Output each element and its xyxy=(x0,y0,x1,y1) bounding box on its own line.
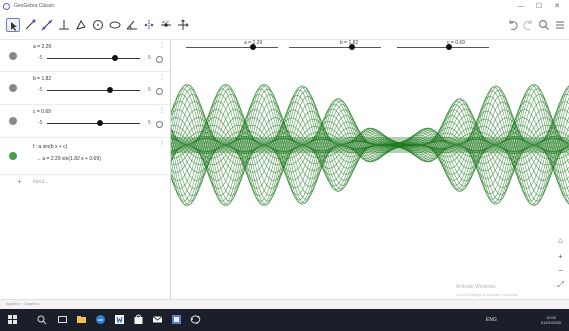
slider-min: -5 xyxy=(38,87,43,93)
task-view-icon[interactable] xyxy=(57,314,68,325)
input-placeholder[interactable]: Input... xyxy=(33,179,48,185)
close-button[interactable]: ✕ xyxy=(550,2,564,11)
plus-icon[interactable]: + xyxy=(17,177,22,186)
polygon-tool-icon[interactable] xyxy=(74,18,88,32)
function-value: → a = 2.29 sin(1.82 x + 0.69) xyxy=(36,156,101,162)
fullscreen-icon[interactable]: ⤢ xyxy=(556,280,565,289)
graphics-slider-a-label: a = 2.29 xyxy=(244,40,263,46)
algebra-row-b[interactable]: b = 1.82 -5 5 ⋮ xyxy=(0,72,170,105)
more-options-icon[interactable]: ⋮ xyxy=(159,107,165,114)
slider-max: 5 xyxy=(148,120,151,126)
slider-min: -5 xyxy=(38,55,43,61)
algebra-row-a[interactable]: a = 2.29 -5 5 ⋮ xyxy=(0,40,170,72)
geogebra-logo-icon xyxy=(3,3,10,10)
title-bar: GeoGebra Classic — ☐ ✕ xyxy=(0,0,569,14)
slider-track[interactable] xyxy=(47,58,140,59)
status-text: Algebra · Graphics xyxy=(6,301,40,306)
windows-start-icon[interactable] xyxy=(7,314,18,325)
slider-min: -5 xyxy=(38,120,43,126)
play-button[interactable] xyxy=(156,88,163,95)
function-definition[interactable]: f : a sin(b x + c) xyxy=(33,144,67,150)
graphics-slider-c-label: c = 0.69 xyxy=(447,40,465,46)
trace-band xyxy=(171,137,569,153)
search-icon[interactable] xyxy=(36,314,47,325)
geogebra-taskbar-icon[interactable] xyxy=(190,314,201,325)
clock-date: 01/01/2020 xyxy=(541,320,562,325)
activate-windows-watermark: Activate Windows xyxy=(456,284,496,290)
algebra-row-f[interactable]: f : a sin(b x + c) → a = 2.29 sin(1.82 x… xyxy=(0,138,170,175)
slider-knob[interactable] xyxy=(107,87,114,93)
home-view-icon[interactable]: ⌂ xyxy=(556,236,565,245)
slider-max: 5 xyxy=(148,87,151,93)
algebra-input[interactable]: + Input... xyxy=(0,175,170,189)
zoom-out-icon[interactable]: − xyxy=(556,266,565,275)
visibility-toggle[interactable] xyxy=(9,84,17,92)
move-graphics-tool-icon[interactable] xyxy=(176,18,190,32)
photos-icon[interactable] xyxy=(171,314,182,325)
activate-windows-subtext: Go to Settings to activate Windows. xyxy=(456,292,520,297)
graphics-slider-c-track[interactable] xyxy=(397,47,489,48)
circle-tool-icon[interactable] xyxy=(91,18,105,32)
more-options-icon[interactable]: ⋮ xyxy=(159,140,165,147)
search-icon[interactable] xyxy=(538,19,550,31)
taskbar: ENG 12:00 01/01/2020 xyxy=(0,309,569,331)
minimize-button[interactable]: — xyxy=(514,2,528,11)
conic-tool-icon[interactable] xyxy=(108,18,122,32)
undo-icon[interactable] xyxy=(507,19,519,31)
point-tool-icon[interactable] xyxy=(23,18,37,32)
function-trace-plot xyxy=(171,83,569,207)
more-options-icon[interactable]: ⋮ xyxy=(159,42,165,49)
word-icon[interactable] xyxy=(114,314,125,325)
language-indicator[interactable]: ENG xyxy=(486,317,497,323)
slider-max: 5 xyxy=(148,55,151,61)
slider-definition[interactable]: c = 0.69 xyxy=(33,109,51,115)
mail-icon[interactable] xyxy=(152,314,163,325)
move-tool-icon[interactable] xyxy=(6,18,20,32)
zoom-in-icon[interactable]: + xyxy=(556,252,565,261)
angle-tool-icon[interactable] xyxy=(125,18,139,32)
window-title: GeoGebra Classic xyxy=(14,3,55,9)
status-bar: Algebra · Graphics xyxy=(0,299,569,309)
play-button[interactable] xyxy=(156,121,163,128)
visibility-toggle[interactable] xyxy=(9,52,17,60)
redo-icon[interactable] xyxy=(522,19,534,31)
svg-text:a=2: a=2 xyxy=(162,19,170,24)
algebra-row-c[interactable]: c = 0.69 -5 5 ⋮ xyxy=(0,105,170,138)
visibility-toggle[interactable] xyxy=(9,117,17,125)
maximize-button[interactable]: ☐ xyxy=(532,2,546,11)
file-explorer-icon[interactable] xyxy=(76,314,87,325)
slider-track[interactable] xyxy=(47,90,140,91)
edge-icon[interactable] xyxy=(95,314,106,325)
slider-track[interactable] xyxy=(47,123,140,124)
play-button[interactable] xyxy=(156,56,163,63)
store-icon[interactable] xyxy=(133,314,144,325)
graphics-slider-a-track[interactable] xyxy=(186,47,278,48)
menu-icon[interactable] xyxy=(554,19,566,31)
slider-knob[interactable] xyxy=(111,55,118,61)
graphics-slider-b-label: b = 1.82 xyxy=(340,40,359,46)
slider-tool-icon[interactable]: a=2 xyxy=(159,18,173,32)
visibility-toggle[interactable] xyxy=(9,152,17,160)
slider-definition[interactable]: b = 1.82 xyxy=(33,76,51,82)
algebra-view: a = 2.29 -5 5 ⋮ b = 1.82 -5 5 ⋮ c = 0.69… xyxy=(0,40,171,299)
more-options-icon[interactable]: ⋮ xyxy=(159,74,165,81)
line-tool-icon[interactable] xyxy=(40,18,54,32)
slider-knob[interactable] xyxy=(96,120,103,126)
slider-definition[interactable]: a = 2.29 xyxy=(33,44,51,50)
graphics-slider-b-track[interactable] xyxy=(289,47,381,48)
reflect-tool-icon[interactable] xyxy=(142,18,156,32)
clock[interactable]: 12:00 01/01/2020 xyxy=(541,315,561,325)
toolbar: a=2 xyxy=(0,13,569,40)
perpendicular-tool-icon[interactable] xyxy=(57,18,71,32)
trace-curve-group xyxy=(171,83,569,207)
